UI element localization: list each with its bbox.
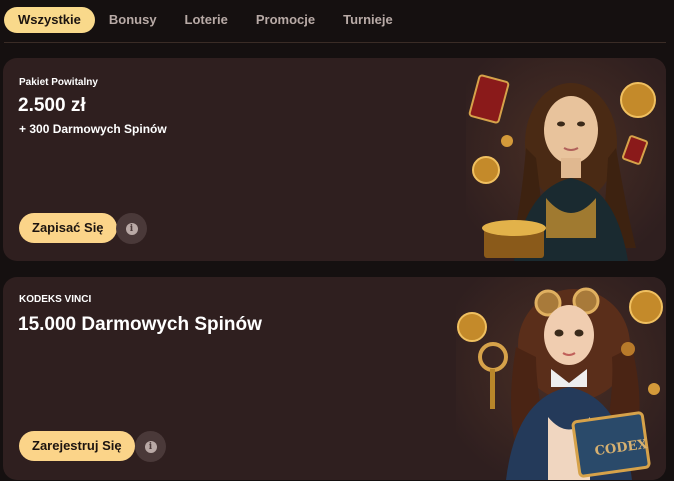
mona-lisa-treasure-illustration: [466, 58, 666, 261]
tab-bonusy[interactable]: Bonusy: [95, 7, 171, 33]
tab-promocje[interactable]: Promocje: [242, 7, 329, 33]
promo-card-codex: KODEKS VINCI 15.000 Darmowych Spinów Zar…: [3, 277, 666, 480]
promo-subtitle: KODEKS VINCI: [19, 294, 92, 305]
promo-title: 15.000 Darmowych Spinów: [18, 314, 262, 335]
info-icon: i: [144, 440, 157, 453]
tab-turnieje[interactable]: Turnieje: [329, 7, 407, 33]
info-button[interactable]: i: [135, 431, 166, 462]
register-button[interactable]: Zarejestruj Się: [19, 431, 135, 461]
tab-wszystkie[interactable]: Wszystkie: [4, 7, 95, 33]
promo-subtitle: Pakiet Powitalny: [19, 77, 98, 88]
register-button[interactable]: Zapisać Się: [19, 213, 117, 243]
promo-extra: + 300 Darmowych Spinów: [19, 122, 167, 136]
steampunk-codex-girl-illustration: CODEX: [456, 277, 666, 480]
info-button[interactable]: i: [116, 213, 147, 244]
tab-loterie[interactable]: Loterie: [171, 7, 242, 33]
promo-card-welcome: Pakiet Powitalny 2.500 zł + 300 Darmowyc…: [3, 58, 666, 261]
info-icon: i: [125, 222, 138, 235]
tabs-divider: [4, 42, 666, 43]
promo-title: 2.500 zł: [18, 95, 86, 116]
category-tabs: Wszystkie Bonusy Loterie Promocje Turnie…: [4, 7, 407, 33]
